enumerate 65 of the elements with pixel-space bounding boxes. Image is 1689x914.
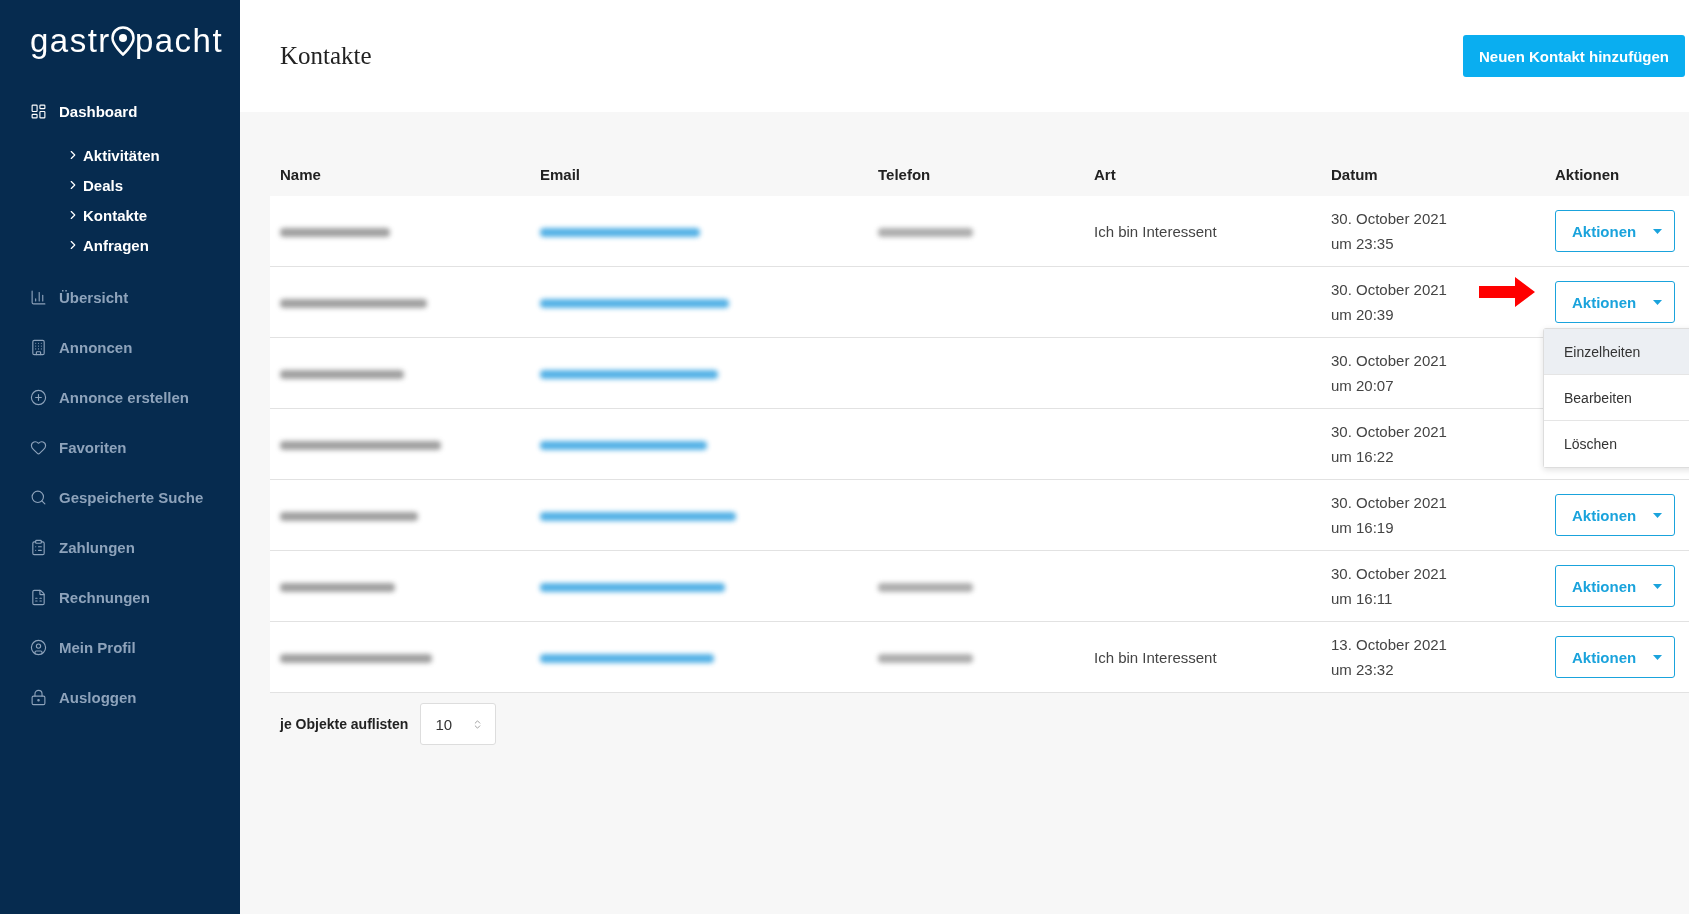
time-text: um 20:07 <box>1331 376 1394 396</box>
column-header: Telefon <box>878 165 932 183</box>
time-text: um 23:32 <box>1331 660 1394 680</box>
sidebar-icon <box>30 338 47 356</box>
logo: gastr pacht <box>30 22 225 60</box>
sidebar-icon <box>30 102 47 120</box>
sidebar-item[interactable]: Annoncen <box>30 322 240 372</box>
sidebar-item[interactable]: Dashboard <box>30 86 240 136</box>
menu-item[interactable]: Einzelheiten <box>1544 329 1689 375</box>
page-size-select[interactable]: 10 <box>420 703 497 745</box>
page-title: Kontakte <box>280 42 372 70</box>
date-text: 30. October 2021 <box>1331 564 1447 584</box>
pointer-arrow <box>1479 277 1535 307</box>
sidebar-item[interactable]: Gespeicherte Suche <box>30 472 240 522</box>
column-header: Datum <box>1331 165 1379 183</box>
column-header: Art <box>1094 165 1117 183</box>
caret-icon <box>1653 228 1662 234</box>
sidebar-item[interactable]: Ausloggen <box>30 672 240 722</box>
date-text: 13. October 2021 <box>1331 635 1447 655</box>
menu-item[interactable]: Bearbeiten <box>1544 375 1689 421</box>
time-text: um 16:19 <box>1331 518 1394 538</box>
sidebar-subitem[interactable]: Kontakte <box>30 200 240 230</box>
table-cell: Ich bin Interessent <box>1094 648 1217 666</box>
actions-button[interactable]: Aktionen <box>1555 565 1675 607</box>
sidebar-icon <box>30 438 47 456</box>
date-text: 30. October 2021 <box>1331 422 1447 442</box>
column-header: Email <box>540 165 582 183</box>
column-header: Name <box>280 165 322 183</box>
sidebar-subitem[interactable]: Anfragen <box>30 230 240 260</box>
sidebar-icon <box>30 288 47 306</box>
date-text: 30. October 2021 <box>1331 351 1447 371</box>
sidebar-item[interactable]: Favoriten <box>30 422 240 472</box>
column-header: Aktionen <box>1555 165 1621 183</box>
actions-button[interactable]: Aktionen <box>1555 494 1675 536</box>
time-text: um 20:39 <box>1331 305 1394 325</box>
sidebar-item[interactable]: Zahlungen <box>30 522 240 572</box>
table-cell: Ich bin Interessent <box>1094 222 1217 240</box>
caret-icon <box>1653 512 1662 518</box>
caret-icon <box>1653 654 1662 660</box>
sidebar-icon <box>30 488 47 506</box>
menu-item[interactable]: Löschen <box>1544 421 1689 467</box>
date-text: 30. October 2021 <box>1331 209 1447 229</box>
sidebar-icon <box>30 588 47 606</box>
sidebar-icon <box>30 538 47 556</box>
sidebar-item[interactable]: Rechnungen <box>30 572 240 622</box>
time-text: um 16:11 <box>1331 589 1393 609</box>
sidebar-icon <box>30 388 47 406</box>
caret-icon <box>1653 583 1662 589</box>
page-size-label: je Objekte auflisten <box>280 716 409 732</box>
time-text: um 23:35 <box>1331 234 1394 254</box>
sidebar-item[interactable]: Annonce erstellen <box>30 372 240 422</box>
time-text: um 16:22 <box>1331 447 1394 467</box>
actions-button[interactable]: Aktionen <box>1555 636 1675 678</box>
sidebar-icon <box>30 688 47 706</box>
date-text: 30. October 2021 <box>1331 493 1447 513</box>
sidebar-icon <box>30 638 47 656</box>
pin-icon <box>110 26 135 56</box>
date-text: 30. October 2021 <box>1331 280 1447 300</box>
sidebar-item[interactable]: Übersicht <box>30 272 240 322</box>
actions-button[interactable]: Aktionen <box>1555 281 1675 323</box>
sidebar-subitem[interactable]: Aktivitäten <box>30 140 240 170</box>
actions-button[interactable]: Aktionen <box>1555 210 1675 252</box>
sidebar-subitem[interactable]: Deals <box>30 170 240 200</box>
caret-icon <box>1653 299 1662 305</box>
sidebar-item[interactable]: Mein Profil <box>30 622 240 672</box>
